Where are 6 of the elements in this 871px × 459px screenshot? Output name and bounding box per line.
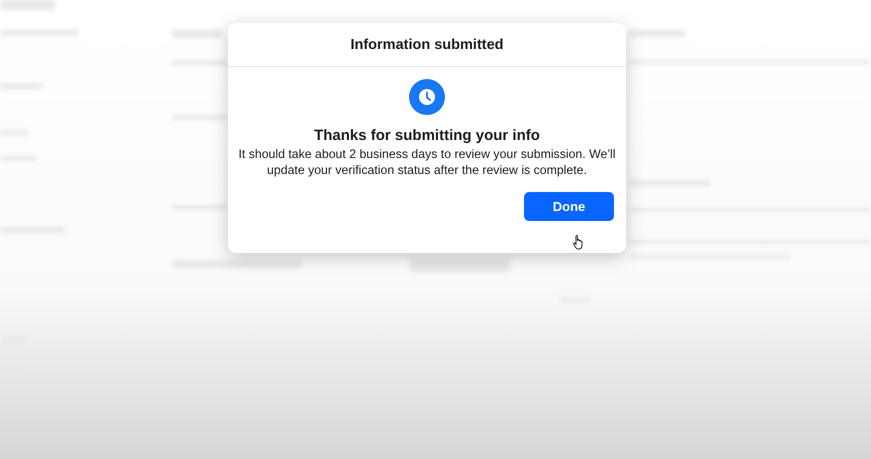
dialog-title: Information submitted <box>350 36 504 52</box>
dialog-message: It should take about 2 business days to review your submission. We’ll update your verification status after the review is complete. <box>237 147 617 178</box>
clock-icon <box>409 79 445 115</box>
done-button[interactable]: Done <box>524 192 614 221</box>
dialog-heading: Thanks for submitting your info <box>314 127 540 144</box>
hand-cursor-icon <box>573 235 585 250</box>
